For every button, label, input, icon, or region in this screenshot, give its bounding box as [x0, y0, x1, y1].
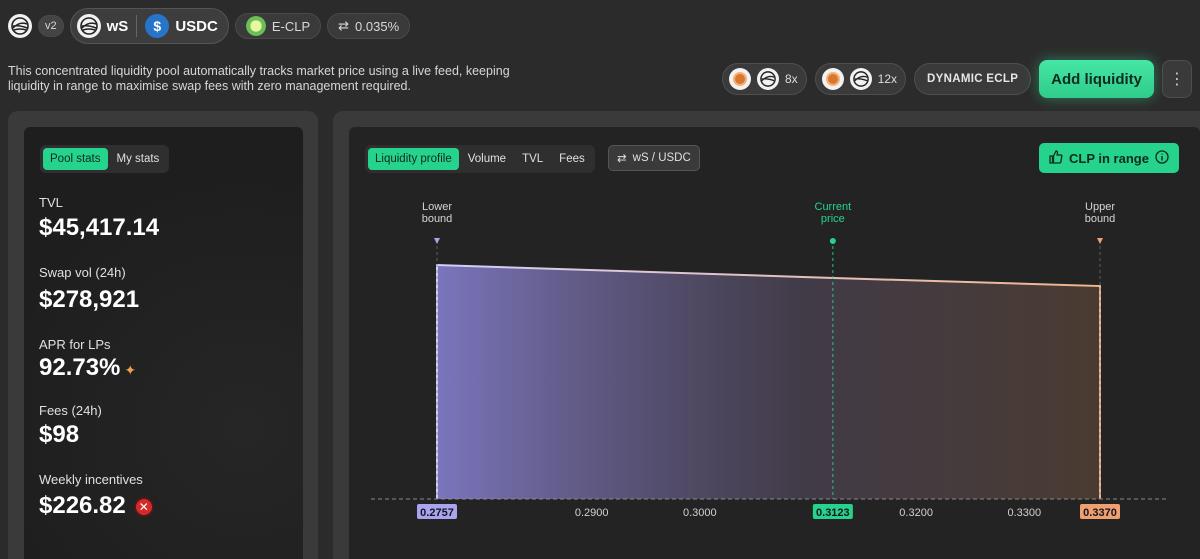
medal-icon [728, 68, 751, 90]
pool-header: v2 wS $ USDC E-CLP ⇄ 0.035% [8, 8, 411, 44]
stats-tabs: Pool stats My stats [40, 145, 170, 173]
usdc-token-icon: $ [145, 14, 170, 38]
upper-marker-label-2: bound [1085, 213, 1116, 225]
tvl-label: TVL [39, 195, 63, 210]
x-tick-label: 0.3200 [899, 507, 933, 519]
fees-value: $98 [39, 421, 80, 448]
tab-pool-stats[interactable]: Pool stats [43, 148, 108, 170]
chart-tabs: Liquidity profile Volume TVL Fees [365, 145, 595, 173]
boost-2-label: 12x [877, 72, 898, 86]
pool-type-label: E-CLP [271, 18, 311, 34]
token-usdc: $ USDC [145, 14, 218, 38]
token-pair-chip[interactable]: wS $ USDC [69, 8, 229, 44]
info-icon[interactable] [1155, 149, 1169, 167]
pool-type-badge[interactable]: E-CLP [234, 13, 322, 39]
sonic-ws-token-icon [756, 68, 779, 90]
pool-description: This concentrated liquidity pool automat… [8, 64, 510, 93]
boost-1-label: 8x [784, 72, 798, 86]
tvl-value: $45,417.14 [39, 214, 160, 241]
lower-marker-label-1: Lower [422, 201, 452, 213]
x-tick-label: 0.3300 [1007, 507, 1041, 519]
add-liquidity-button[interactable]: Add liquidity [1039, 60, 1154, 98]
incentives-value: $226.82 [39, 492, 126, 519]
x-tick-label: 0.3000 [683, 507, 717, 519]
incentives-label: Weekly incentives [39, 472, 143, 487]
pair-toggle-button[interactable]: ⇄ wS / USDC [608, 145, 700, 171]
tab-volume[interactable]: Volume [461, 148, 513, 170]
incentives-row: $226.82 ✕ [39, 492, 154, 520]
fees-label: Fees (24h) [39, 403, 102, 418]
upper-marker-arrow [1097, 238, 1103, 244]
more-options-icon[interactable]: ⋮ [1162, 60, 1192, 98]
clp-in-range-button[interactable]: CLP in range [1039, 143, 1179, 173]
tab-my-stats[interactable]: My stats [110, 148, 167, 170]
upper-tick-label: 0.3370 [1083, 507, 1117, 519]
current-price-dot [829, 238, 836, 244]
current-marker-label-1: Current [815, 201, 852, 213]
token-ws: wS [76, 14, 129, 38]
sonic-logo-icon [8, 14, 32, 38]
range-status-label: CLP in range [1069, 150, 1149, 166]
medal-icon [821, 68, 844, 90]
close-icon[interactable]: ✕ [133, 496, 154, 517]
pool-actions: 8x 12x DYNAMIC ECLP Add liquidity ⋮ [721, 60, 1192, 98]
liquidity-area [437, 265, 1100, 499]
tab-tvl[interactable]: TVL [515, 148, 550, 170]
token-a-label: wS [106, 17, 129, 35]
sonic-ws-token-icon [849, 68, 872, 90]
fee-label: 0.035% [355, 18, 400, 34]
sonic-ws-token-icon [76, 14, 101, 38]
swap-vol-value: $278,921 [39, 286, 140, 313]
lower-tick-label: 0.2757 [420, 507, 454, 519]
fee-badge[interactable]: ⇄ 0.035% [327, 13, 411, 39]
dynamic-eclp-tag[interactable]: DYNAMIC ECLP [914, 63, 1032, 95]
sparkle-icon[interactable]: ✦ [124, 362, 136, 378]
thumbs-up-icon [1049, 149, 1063, 167]
swap-vol-label: Swap vol (24h) [39, 265, 126, 280]
swap-arrows-icon: ⇄ [338, 18, 350, 33]
current-marker-label-2: price [821, 213, 845, 225]
apr-label: APR for LPs [39, 337, 111, 352]
swap-arrows-icon: ⇄ [617, 153, 627, 165]
pair-toggle-label: wS / USDC [632, 152, 691, 164]
tab-liquidity-profile[interactable]: Liquidity profile [368, 148, 459, 170]
eclp-icon [245, 16, 266, 36]
current-tick-label: 0.3123 [816, 507, 850, 519]
boost-badge-1[interactable]: 8x [721, 63, 807, 95]
lower-marker-label-2: bound [422, 213, 453, 225]
boost-badge-2[interactable]: 12x [814, 63, 907, 95]
apr-value: 92.73% [39, 354, 121, 381]
liquidity-profile-chart: LowerboundCurrentpriceUpperbound0.2757 0.… [371, 201, 1167, 519]
apr-row: 92.73% ✦ [39, 354, 136, 382]
x-tick-label: 0.2900 [575, 507, 609, 519]
lower-marker-arrow [434, 238, 440, 244]
token-b-label: USDC [175, 17, 218, 35]
version-badge: v2 [38, 15, 64, 37]
tab-fees[interactable]: Fees [552, 148, 592, 170]
token-divider [136, 15, 138, 37]
upper-marker-label-1: Upper [1085, 201, 1115, 213]
